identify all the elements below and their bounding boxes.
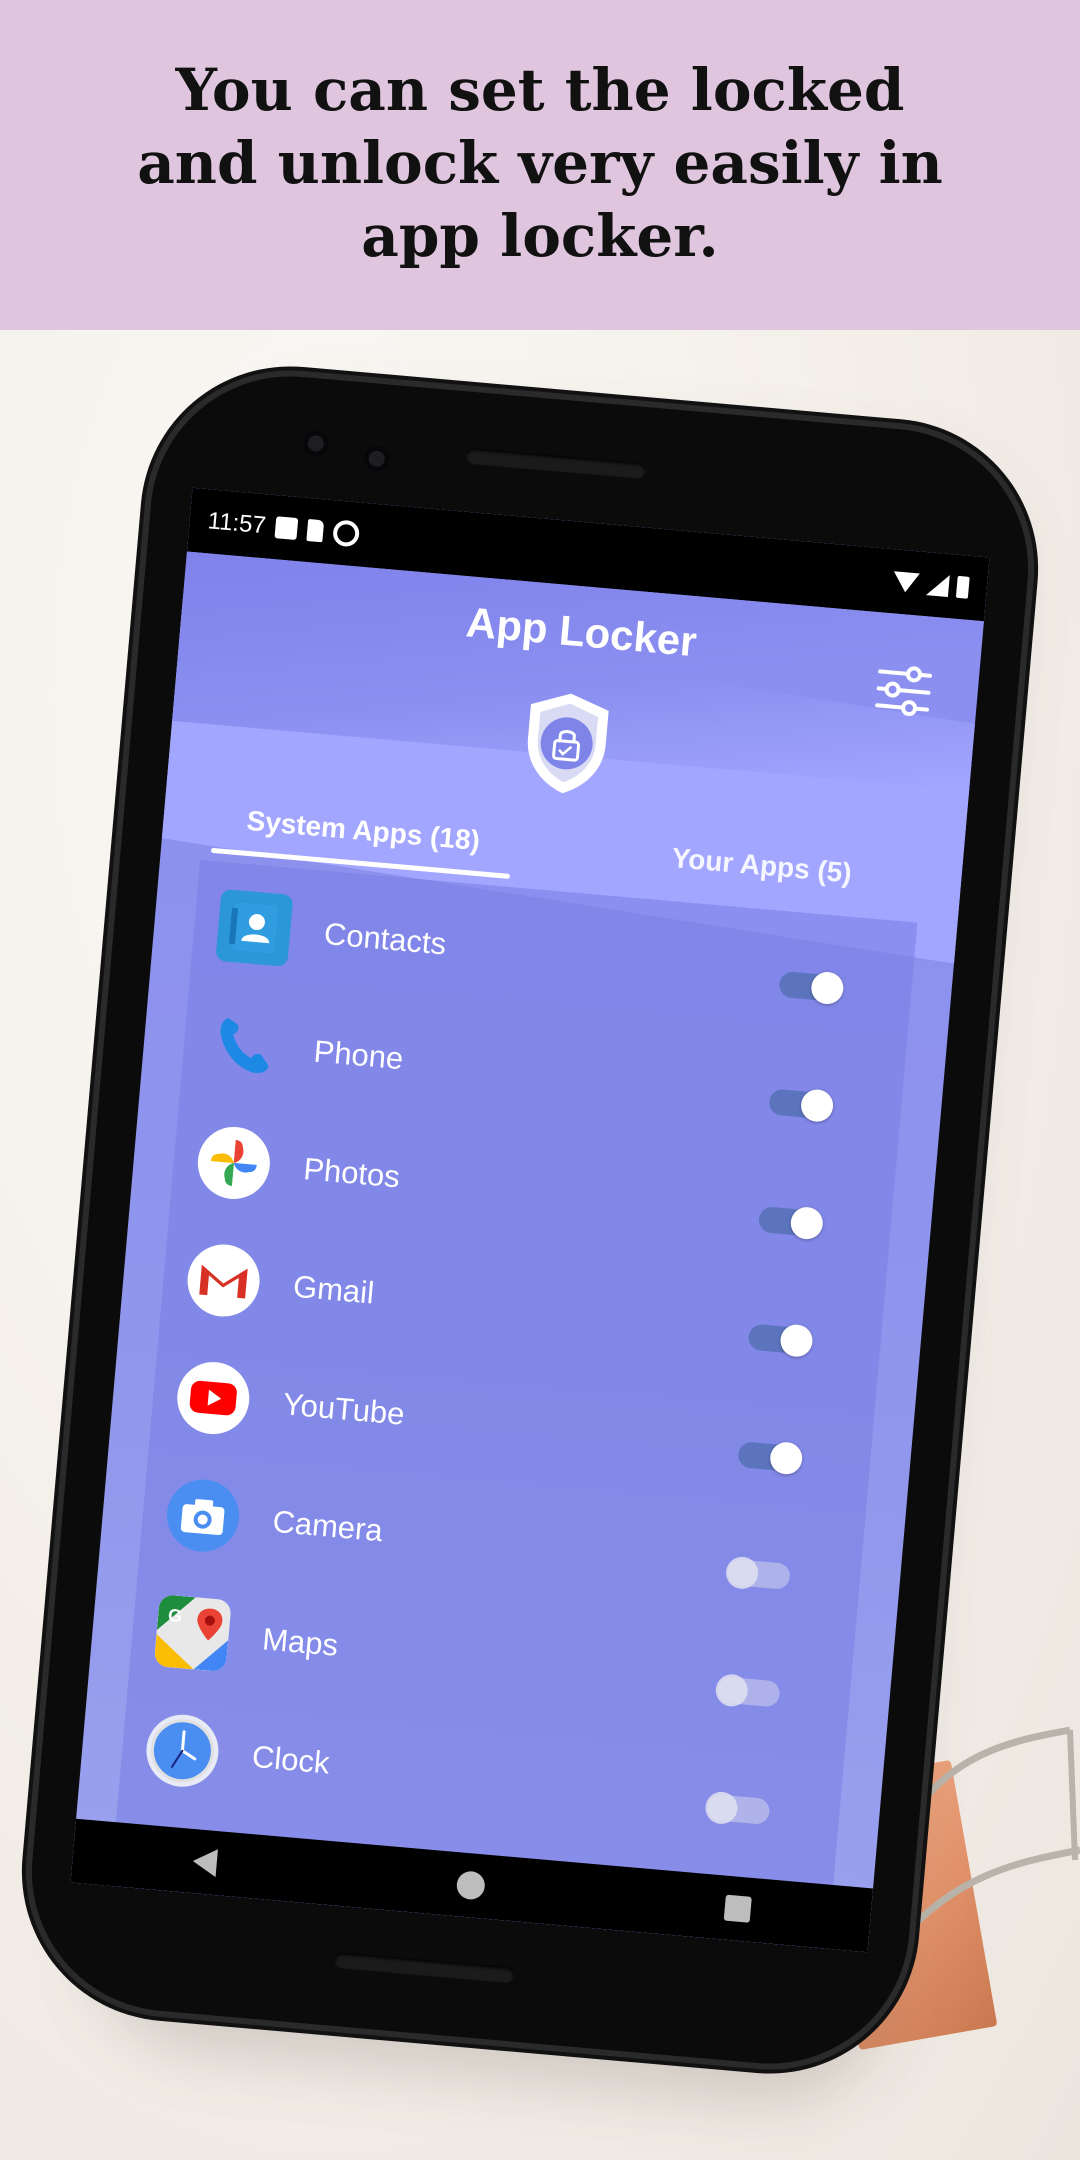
promo-headline: You can set the locked and unlock very e…: [137, 55, 943, 270]
bottom-speaker: [334, 1951, 515, 1984]
youtube-icon: [174, 1359, 253, 1438]
sdcard-icon: [306, 519, 325, 543]
lock-toggle-camera[interactable]: [724, 1555, 792, 1591]
lock-toggle-phone[interactable]: [768, 1088, 835, 1123]
battery-icon: [955, 575, 970, 599]
sync-ring-icon: [332, 519, 361, 548]
lock-toggle-clock[interactable]: [704, 1790, 771, 1826]
app-name: Phone: [312, 1033, 405, 1077]
app-name: Contacts: [322, 916, 448, 962]
front-sensor-icon: [362, 444, 391, 473]
camera-icon: [163, 1476, 242, 1555]
clock-icon: [143, 1711, 222, 1790]
app-logo: [517, 686, 616, 801]
shield-lock-icon: [527, 693, 609, 794]
app-name: YouTube: [281, 1386, 406, 1432]
home-icon[interactable]: [455, 1870, 486, 1901]
app-name: Maps: [260, 1621, 340, 1663]
notification-square-icon: [274, 516, 299, 541]
photos-icon: [194, 1123, 273, 1202]
app-name: Camera: [271, 1503, 385, 1549]
promo-banner: You can set the locked and unlock very e…: [0, 0, 1080, 330]
status-left: 11:57: [206, 507, 361, 548]
lock-toggle-contacts[interactable]: [778, 970, 845, 1006]
status-time: 11:57: [206, 507, 267, 540]
lock-toggle-gmail[interactable]: [747, 1323, 814, 1359]
earpiece-speaker: [465, 447, 647, 480]
phone-device: 11:57 App Locker System Apps (18) Your A…: [20, 364, 1040, 2076]
contacts-icon: [215, 888, 294, 967]
lock-toggle-photos[interactable]: [757, 1205, 825, 1241]
recents-icon[interactable]: [723, 1894, 752, 1923]
status-right: [892, 570, 970, 599]
back-icon[interactable]: [191, 1847, 219, 1878]
app-name: Gmail: [291, 1268, 376, 1311]
svg-text:G: G: [167, 1605, 183, 1626]
wifi-icon: [892, 571, 920, 594]
signal-icon: [925, 573, 950, 598]
gmail-icon: [184, 1241, 263, 1320]
app-list: Contacts Phone Photos Gmail YouTube Came…: [109, 859, 918, 1953]
phone-icon: [205, 1006, 283, 1084]
lock-toggle-youtube[interactable]: [737, 1440, 804, 1476]
sliders-icon: [875, 666, 932, 717]
app-screen: 11:57 App Locker System Apps (18) Your A…: [70, 487, 990, 1953]
app-name: Clock: [250, 1738, 331, 1781]
settings-button[interactable]: [869, 656, 938, 725]
maps-icon: G: [153, 1594, 232, 1673]
front-camera-icon: [301, 429, 330, 458]
app-name: Photos: [302, 1151, 402, 1195]
lock-toggle-maps[interactable]: [714, 1673, 781, 1708]
